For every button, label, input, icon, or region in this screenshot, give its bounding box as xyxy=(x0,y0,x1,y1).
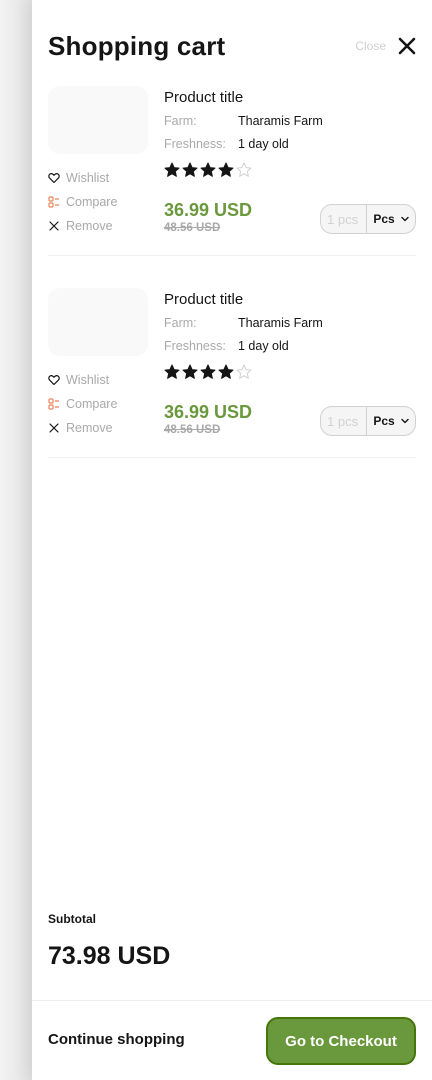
price-block: 36.99 USD 48.56 USD xyxy=(164,400,252,436)
cart-footer: Continue shopping Go to Checkout xyxy=(32,1000,432,1080)
product-title[interactable]: Product title xyxy=(164,86,416,110)
old-price: 48.56 USD xyxy=(164,424,221,436)
product-image[interactable] xyxy=(48,288,148,356)
quantity-selector: 1 pcs Pcs xyxy=(320,406,416,436)
freshness-label: Freshness: xyxy=(164,137,226,151)
quantity-input[interactable]: 1 pcs xyxy=(321,407,367,435)
close-icon[interactable] xyxy=(398,37,416,55)
cart-drawer: Shopping cart Close Wishlist Compare Rem… xyxy=(32,0,432,1080)
wishlist-label: Wishlist xyxy=(66,373,110,387)
freshness-value: 1 day old xyxy=(238,339,289,353)
compare-label: Compare xyxy=(66,397,118,411)
star-filled-icon xyxy=(182,162,198,177)
remove-button[interactable]: Remove xyxy=(48,416,158,440)
freshness-row: Freshness: 1 day old xyxy=(164,133,416,156)
remove-icon xyxy=(49,423,59,433)
remove-button[interactable]: Remove xyxy=(48,214,158,238)
old-price: 48.56 USD xyxy=(164,222,221,234)
product-info: Product title Farm: Tharamis Farm Freshn… xyxy=(164,86,416,182)
remove-icon xyxy=(49,221,59,231)
star-filled-icon xyxy=(200,162,216,177)
star-filled-icon xyxy=(218,162,234,177)
farm-value: Tharamis Farm xyxy=(238,114,323,128)
farm-row: Farm: Tharamis Farm xyxy=(164,312,416,335)
farm-label: Farm: xyxy=(164,316,197,330)
unit-dropdown[interactable]: Pcs xyxy=(367,414,415,428)
cart-header: Shopping cart Close xyxy=(48,26,416,66)
compare-button[interactable]: Compare xyxy=(48,392,158,416)
backdrop xyxy=(0,0,32,1080)
chevron-down-icon xyxy=(400,216,409,222)
cart-item: Wishlist Compare Remove Product title Fa… xyxy=(48,86,416,256)
quantity-input[interactable]: 1 pcs xyxy=(321,205,367,233)
item-actions: Wishlist Compare Remove xyxy=(48,166,158,238)
star-filled-icon xyxy=(182,364,198,379)
product-title[interactable]: Product title xyxy=(164,288,416,312)
rating-stars xyxy=(164,360,416,384)
checkout-button[interactable]: Go to Checkout xyxy=(266,1017,416,1065)
chevron-down-icon xyxy=(400,418,409,424)
compare-icon xyxy=(48,196,59,208)
rating-stars xyxy=(164,158,416,182)
compare-icon xyxy=(48,398,59,410)
price: 36.99 USD xyxy=(164,200,253,220)
freshness-row: Freshness: 1 day old xyxy=(164,335,416,358)
heart-icon xyxy=(48,375,60,386)
unit-label: Pcs xyxy=(373,212,395,226)
subtotal: Subtotal 73.98 USD xyxy=(48,912,170,971)
wishlist-label: Wishlist xyxy=(66,171,110,185)
farm-label: Farm: xyxy=(164,114,197,128)
close-button[interactable]: Close xyxy=(355,37,416,55)
star-empty-icon xyxy=(236,162,252,177)
unit-dropdown[interactable]: Pcs xyxy=(367,212,415,226)
product-info: Product title Farm: Tharamis Farm Freshn… xyxy=(164,288,416,384)
remove-label: Remove xyxy=(66,421,113,435)
farm-row: Farm: Tharamis Farm xyxy=(164,110,416,133)
close-label: Close xyxy=(355,39,386,53)
wishlist-button[interactable]: Wishlist xyxy=(48,368,158,392)
remove-label: Remove xyxy=(66,219,113,233)
cart-item: Wishlist Compare Remove Product title Fa… xyxy=(48,288,416,458)
freshness-label: Freshness: xyxy=(164,339,226,353)
star-filled-icon xyxy=(164,162,180,177)
wishlist-button[interactable]: Wishlist xyxy=(48,166,158,190)
freshness-value: 1 day old xyxy=(238,137,289,151)
price-block: 36.99 USD 48.56 USD xyxy=(164,198,252,234)
star-filled-icon xyxy=(200,364,216,379)
page-title: Shopping cart xyxy=(48,30,226,61)
item-actions: Wishlist Compare Remove xyxy=(48,368,158,440)
product-image[interactable] xyxy=(48,86,148,154)
star-filled-icon xyxy=(164,364,180,379)
subtotal-label: Subtotal xyxy=(48,912,96,926)
compare-label: Compare xyxy=(66,195,118,209)
compare-button[interactable]: Compare xyxy=(48,190,158,214)
farm-value: Tharamis Farm xyxy=(238,316,323,330)
heart-icon xyxy=(48,173,60,184)
star-empty-icon xyxy=(236,364,252,379)
unit-label: Pcs xyxy=(373,414,395,428)
continue-shopping-button[interactable]: Continue shopping xyxy=(48,1031,185,1048)
price: 36.99 USD xyxy=(164,402,253,422)
quantity-selector: 1 pcs Pcs xyxy=(320,204,416,234)
subtotal-value: 73.98 USD xyxy=(48,942,171,970)
star-filled-icon xyxy=(218,364,234,379)
